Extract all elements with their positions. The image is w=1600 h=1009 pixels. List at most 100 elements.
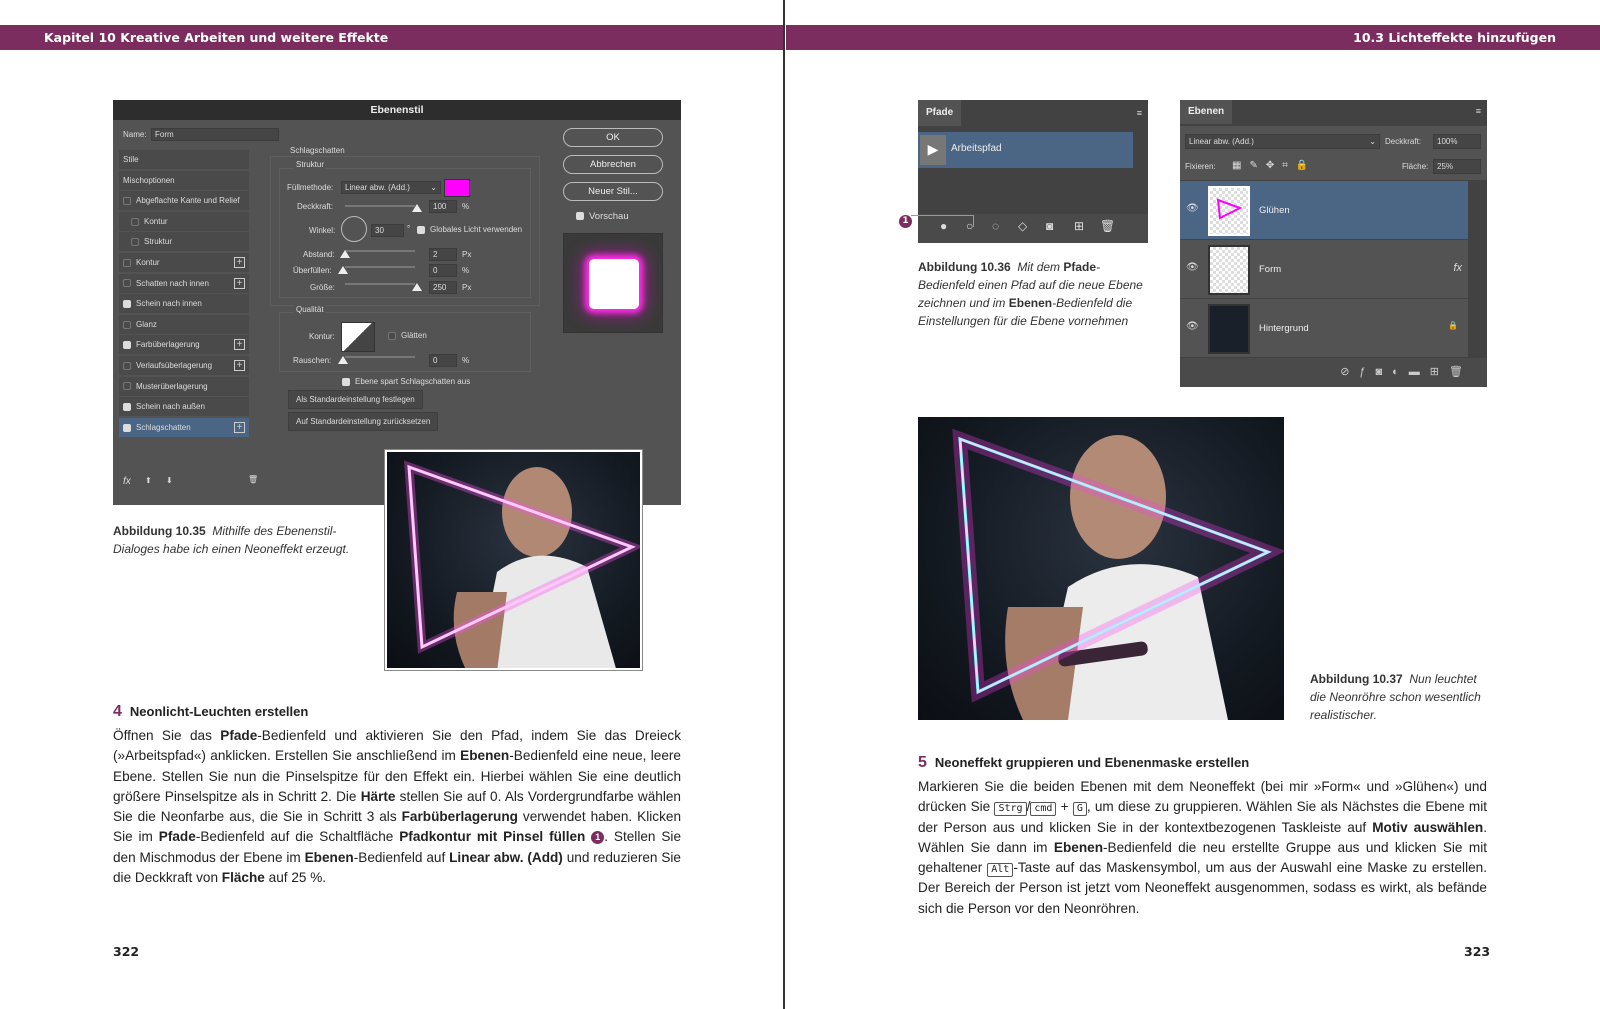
fx-icon[interactable]: fx [123,476,131,487]
preview-checkbox[interactable]: Vorschau [576,211,629,222]
noise-input[interactable]: 0 [429,354,457,367]
style-item[interactable]: Struktur [119,232,249,252]
spread-slider[interactable] [338,266,348,274]
color-swatch[interactable] [444,179,470,197]
name-input[interactable]: Form [151,128,279,141]
angle-input[interactable]: 30 [371,224,404,237]
make-path-icon[interactable]: ◇ [1018,219,1027,233]
style-item[interactable]: Schein nach innen [119,294,249,314]
add-effect-icon[interactable]: + [234,360,245,371]
fx-icon[interactable]: fx [1453,262,1462,274]
cancel-button[interactable]: Abbrechen [563,155,663,174]
bold-term: Ebenen [460,748,510,764]
step-4-body: Öffnen Sie das Pfade-Bedienfeld und akti… [113,726,681,888]
size-unit: Px [462,283,472,292]
add-mask-icon[interactable]: ◙ [1046,219,1053,233]
style-item[interactable]: Stile [119,150,249,169]
angle-dial[interactable] [341,216,367,242]
knockout-checkbox[interactable]: Ebene spart Schlagschatten aus [342,377,470,386]
style-item[interactable]: Schatten nach innen + [119,273,249,293]
reset-default-button[interactable]: Auf Standardeinstellung zurücksetzen [288,412,439,431]
neon-triangle-graphic [404,460,640,668]
blend-mode-select[interactable]: Linear abw. (Add.) ⌄ [1185,134,1380,149]
bold-term: Härte [360,788,396,804]
style-label: Farbüberlagerung [136,340,200,350]
style-item[interactable]: Verlaufsüberlagerung + [119,356,249,375]
style-checkbox[interactable] [123,423,131,432]
style-checkbox[interactable] [123,279,131,288]
style-checkbox[interactable] [123,300,131,309]
ok-button[interactable]: OK [563,128,663,147]
visibility-eye-icon[interactable]: 👁 [1186,203,1199,214]
layer-name: Hintergrund [1259,323,1309,334]
blend-mode-select[interactable]: Linear abw. (Add.) ⌄ [341,181,441,194]
add-effect-icon[interactable]: + [234,421,245,433]
add-effect-icon[interactable]: + [234,257,245,268]
style-checkbox[interactable] [123,258,131,267]
style-item[interactable]: Kontur [119,211,249,231]
opacity-input[interactable]: 100 [429,200,457,213]
quality-label: Qualität [294,305,326,314]
new-style-button[interactable]: Neuer Stil... [563,182,663,201]
noise-label: Rauschen: [293,356,332,365]
layer-actions-bar[interactable]: ⊘ƒ◙◐▬⊞🗑 [1180,358,1487,387]
style-checkbox[interactable] [123,361,131,370]
bold-term: Ebenen [304,849,354,865]
page-number-left: 322 [113,944,140,959]
style-checkbox[interactable] [131,217,139,226]
bold-term: Fläche [221,870,265,886]
style-item[interactable]: Farbüberlagerung + [119,335,249,355]
fill-path-icon[interactable]: ● [940,219,947,233]
style-item[interactable]: Glanz [119,314,249,334]
style-checkbox[interactable] [123,197,131,206]
set-default-button[interactable]: Als Standardeinstellung festlegen [288,390,423,409]
style-checkbox[interactable] [131,238,139,247]
style-checkbox[interactable] [123,382,131,391]
lock-icons[interactable]: ▦✎✥⌗🔒 [1232,160,1316,171]
style-item[interactable]: Schein nach außen [119,397,249,417]
delete-path-icon[interactable]: 🗑 [1100,219,1115,233]
style-checkbox[interactable] [123,341,131,350]
visibility-eye-icon[interactable]: 👁 [1186,321,1199,332]
style-item[interactable]: Abgeflachte Kante und Relief [119,191,249,211]
layer-row[interactable]: 👁 Hintergrund 🔒 [1180,299,1468,357]
spread-input[interactable]: 0 [429,264,457,277]
panel-menu-icon[interactable]: ≡ [1476,106,1481,116]
style-item[interactable]: Mischoptionen [119,170,249,190]
load-selection-icon[interactable]: ◌ [992,219,999,233]
style-item[interactable]: Kontur + [119,253,249,272]
fill-label: Fläche: [1402,162,1429,171]
tab-paths[interactable]: Pfade [918,100,962,126]
tab-layers[interactable]: Ebenen [1180,100,1233,124]
distance-input[interactable]: 2 [429,248,457,261]
move-up-icon[interactable]: ⬆ [145,476,152,485]
new-path-icon[interactable]: ⊞ [1074,219,1084,233]
size-input[interactable]: 250 [429,281,457,294]
layer-row[interactable]: 👁 Glühen [1180,181,1468,239]
size-slider[interactable] [412,283,422,291]
smooth-checkbox[interactable]: Glätten [388,331,427,340]
style-item[interactable]: Musterüberlagerung [119,376,249,396]
contour-label: Kontur: [309,332,335,341]
noise-slider[interactable] [338,356,348,364]
move-down-icon[interactable]: ⬇ [166,476,173,485]
path-item[interactable]: ▶ Arbeitspfad [918,132,1133,168]
layer-row[interactable]: 👁 Form fx [1180,240,1468,298]
distance-slider[interactable] [340,250,350,258]
step-title: Neonlicht-Leuchten erstellen [129,704,309,719]
bold-term: Pfade [158,829,196,845]
add-effect-icon[interactable]: + [234,339,245,351]
opacity-slider[interactable] [412,204,422,212]
style-checkbox[interactable] [123,403,131,412]
add-effect-icon[interactable]: + [234,277,245,289]
trash-icon[interactable]: 🗑 [248,475,258,484]
global-light-checkbox[interactable]: Globales Licht verwenden [417,225,522,234]
fill-input[interactable]: 25% [1433,159,1481,174]
contour-picker[interactable] [341,322,375,352]
global-light-label: Globales Licht verwenden [430,225,523,234]
visibility-eye-icon[interactable]: 👁 [1186,262,1199,273]
style-item[interactable]: Schlagschatten + [119,417,249,437]
panel-menu-icon[interactable]: ≡ [1137,108,1142,118]
opacity-input[interactable]: 100% [1433,134,1481,149]
style-checkbox[interactable] [123,320,131,329]
